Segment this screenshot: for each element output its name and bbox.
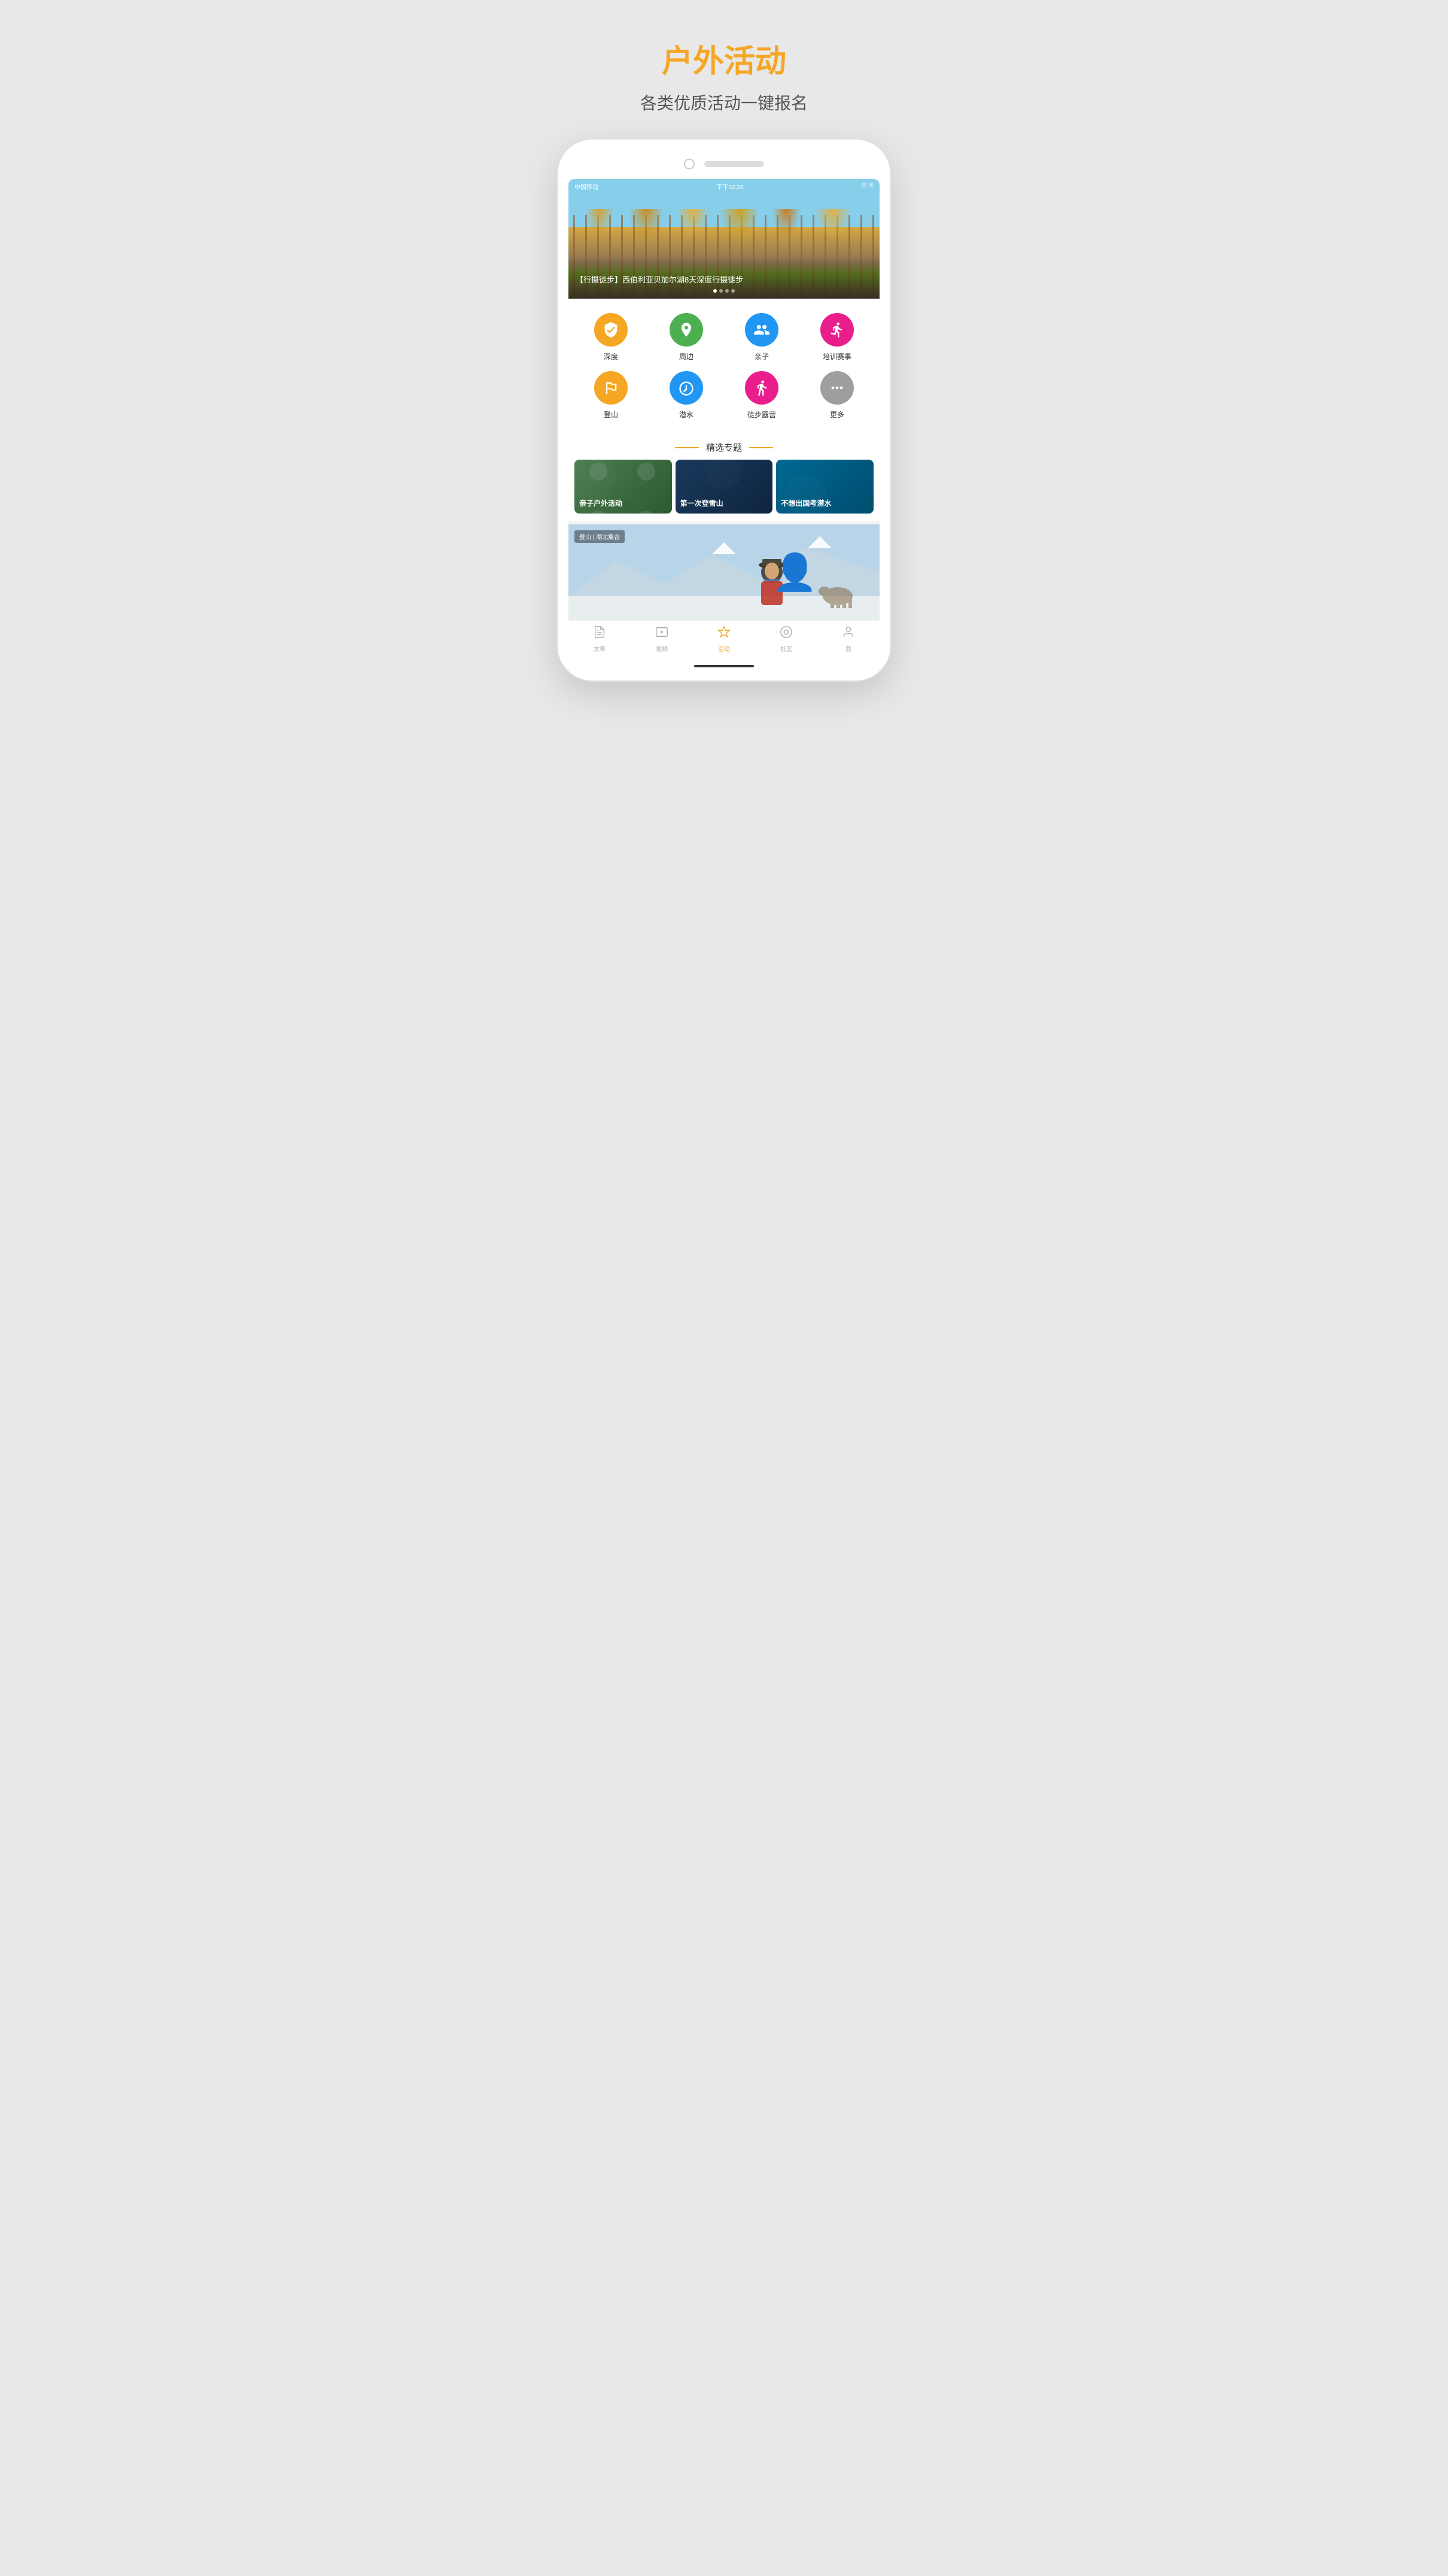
category-label-camping: 徒步露营 <box>747 409 776 420</box>
topic-card-domestic-dive[interactable]: 不想出国考潜水 <box>776 460 874 514</box>
nav-community[interactable]: 社区 <box>755 625 817 653</box>
hero-dots <box>576 289 872 293</box>
activity-tag: 登山 | 湖北集合 <box>574 530 625 543</box>
topic-text-first-snow: 第一次登雪山 <box>680 499 768 509</box>
category-depth[interactable]: 深度 <box>573 308 649 366</box>
category-icon-family <box>745 313 778 347</box>
nav-label-articles: 文章 <box>594 644 606 653</box>
featured-topics: 亲子户外活动 第一次登雪山 不想出国考潜水 <box>568 460 880 521</box>
category-label-family: 亲子 <box>755 351 769 362</box>
page-title: 户外活动 <box>640 36 808 81</box>
page-header: 户外活动 各类优质活动一键报名 <box>640 24 808 114</box>
category-icon-more <box>820 371 854 405</box>
category-label-depth: 深度 <box>604 351 618 362</box>
category-icon-diving <box>670 371 703 405</box>
time: 下午12:24 <box>716 182 743 191</box>
category-label-climbing: 登山 <box>604 409 618 420</box>
category-camping[interactable]: 徒步露营 <box>724 366 799 424</box>
activity-icon <box>717 625 731 642</box>
category-label-training: 培训赛事 <box>823 351 851 362</box>
category-icon-nearby <box>670 313 703 347</box>
topic-card-first-snow[interactable]: 第一次登雪山 <box>676 460 773 514</box>
category-family[interactable]: 亲子 <box>724 308 799 366</box>
category-diving[interactable]: 潜水 <box>649 366 724 424</box>
section-line-right <box>749 447 773 448</box>
category-training[interactable]: 培训赛事 <box>799 308 875 366</box>
carrier: 中国移动 <box>574 182 598 191</box>
phone-screen: 中国移动 下午12:24 ◎ ◎ 【行摄徒步】西伯利亚贝加尔湖8天深度行摄徒步 <box>568 179 880 659</box>
phone-speaker <box>704 161 764 167</box>
dot-3 <box>725 289 729 293</box>
nav-label-activities: 活动 <box>718 644 730 653</box>
phone-camera <box>684 159 695 169</box>
category-icon-training <box>820 313 854 347</box>
topic-text-domestic-dive: 不想出国考潜水 <box>781 499 869 509</box>
topic-text-family-outdoor: 亲子户外活动 <box>579 499 667 509</box>
category-more[interactable]: 更多 <box>799 366 875 424</box>
dot-1 <box>713 289 717 293</box>
phone-bottom <box>568 659 880 670</box>
category-label-more: 更多 <box>830 409 844 420</box>
nav-videos[interactable]: 视频 <box>631 625 693 653</box>
activity-section: 登山 | 湖北集合 <box>568 524 880 620</box>
video-icon <box>655 625 668 642</box>
bottom-nav: 文章 视频 活动 <box>568 620 880 659</box>
category-icon-camping <box>745 371 778 405</box>
hero-caption-text: 【行摄徒步】西伯利亚贝加尔湖8天深度行摄徒步 <box>576 275 872 285</box>
category-nearby[interactable]: 周边 <box>649 308 724 366</box>
category-label-diving: 潜水 <box>679 409 693 420</box>
home-indicator[interactable] <box>694 665 754 667</box>
nav-label-profile: 我 <box>845 644 851 653</box>
nav-activities[interactable]: 活动 <box>693 625 755 653</box>
category-climbing[interactable]: 登山 <box>573 366 649 424</box>
community-icon <box>780 625 793 642</box>
section-title-wrap: 精选专题 <box>568 434 880 460</box>
hero-banner[interactable]: 中国移动 下午12:24 ◎ ◎ 【行摄徒步】西伯利亚贝加尔湖8天深度行摄徒步 <box>568 179 880 299</box>
category-grid: 深度 周边 亲子 培训赛事 <box>568 299 880 434</box>
activity-card[interactable]: 登山 | 湖北集合 <box>568 524 880 620</box>
category-label-nearby: 周边 <box>679 351 693 362</box>
nav-label-community: 社区 <box>780 644 792 653</box>
category-icon-climbing <box>594 371 628 405</box>
dot-2 <box>719 289 723 293</box>
page-subtitle: 各类优质活动一键报名 <box>640 90 808 114</box>
phone-frame: 中国移动 下午12:24 ◎ ◎ 【行摄徒步】西伯利亚贝加尔湖8天深度行摄徒步 <box>556 138 892 682</box>
article-icon <box>593 625 606 642</box>
nav-label-videos: 视频 <box>656 644 668 653</box>
nav-articles[interactable]: 文章 <box>568 625 631 653</box>
person-icon <box>842 625 855 642</box>
phone-top <box>568 150 880 179</box>
hero-caption: 【行摄徒步】西伯利亚贝加尔湖8天深度行摄徒步 <box>568 257 880 299</box>
topic-card-family-outdoor[interactable]: 亲子户外活动 <box>574 460 672 514</box>
section-title: 精选专题 <box>706 441 742 454</box>
status-bar: 中国移动 下午12:24 ◎ ◎ <box>568 179 880 194</box>
dot-4 <box>731 289 735 293</box>
category-icon-depth <box>594 313 628 347</box>
status-icons: ◎ ◎ <box>862 182 874 191</box>
nav-profile[interactable]: 我 <box>817 625 880 653</box>
section-line-left <box>675 447 699 448</box>
